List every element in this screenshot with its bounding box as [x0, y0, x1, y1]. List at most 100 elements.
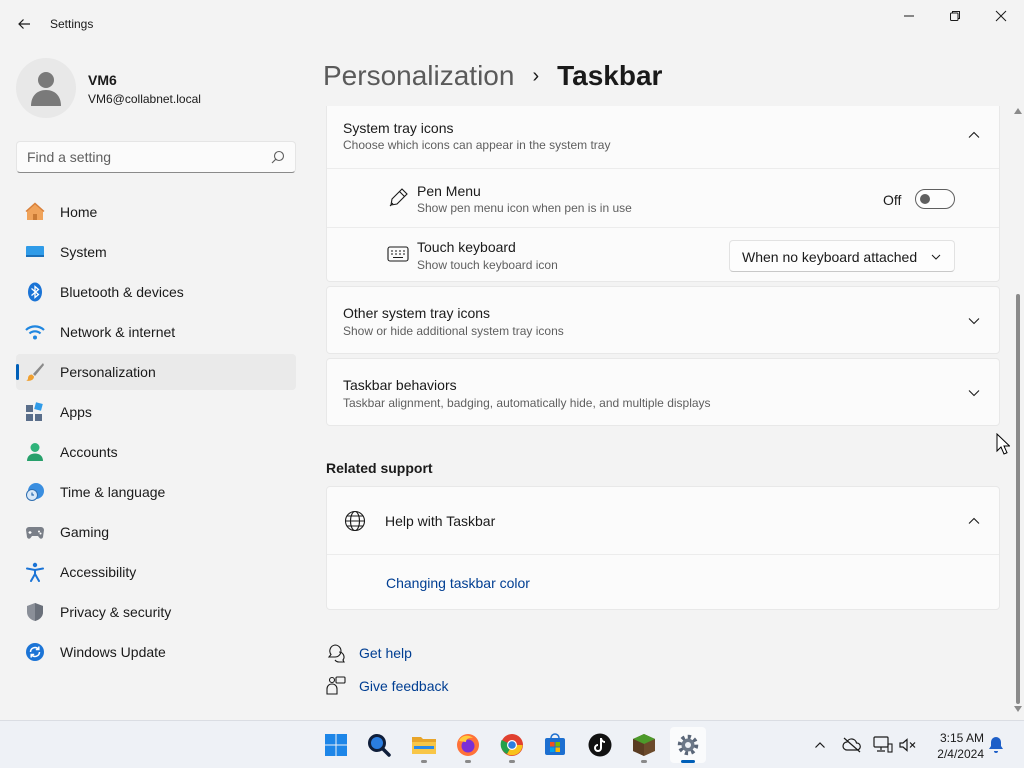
system-tray-icons-header[interactable]: System tray icons Choose which icons can…: [327, 106, 999, 168]
sidebar-item-windows-update[interactable]: Windows Update: [16, 634, 296, 670]
chevron-down-icon[interactable]: [967, 386, 981, 400]
running-indicator: [465, 760, 471, 763]
taskbar-behaviors-card[interactable]: Taskbar behaviors Taskbar alignment, bad…: [326, 358, 1000, 426]
related-support-heading: Related support: [326, 460, 433, 476]
sidebar-item-label: Gaming: [60, 524, 110, 540]
chevron-up-icon[interactable]: [967, 514, 981, 528]
scrollbar-thumb[interactable]: [1016, 294, 1020, 704]
back-button[interactable]: [8, 8, 40, 40]
taskbar-microsoft-store[interactable]: [537, 727, 573, 763]
scroll-down-arrow-icon[interactable]: [1014, 706, 1022, 712]
keyboard-icon: [387, 246, 409, 262]
taskbar-file-explorer[interactable]: [406, 727, 442, 763]
taskbar-firefox[interactable]: [450, 727, 486, 763]
other-system-tray-icons-card[interactable]: Other system tray icons Show or hide add…: [326, 286, 1000, 354]
system-clock[interactable]: 3:15 AM 2/4/2024: [928, 730, 984, 762]
touch-keyboard-row: Touch keyboard Show touch keyboard icon …: [327, 228, 999, 282]
sidebar-item-gaming[interactable]: Gaming: [16, 514, 296, 550]
tiktok-icon: [588, 733, 612, 757]
divider: [327, 554, 999, 555]
sidebar-item-label: Time & language: [60, 484, 166, 500]
search-box[interactable]: [16, 141, 296, 173]
sidebar-item-privacy-security[interactable]: Privacy & security: [16, 594, 296, 630]
help-with-taskbar-header[interactable]: Help with Taskbar: [327, 487, 999, 554]
taskbar-start-button[interactable]: [318, 727, 354, 763]
onedrive-tray-button[interactable]: [842, 735, 862, 755]
help-with-taskbar-card: Help with Taskbar Changing taskbar color: [326, 486, 1000, 610]
system-tray-icons-description: Choose which icons can appear in the sys…: [343, 138, 611, 152]
touch-keyboard-description: Show touch keyboard icon: [417, 258, 558, 272]
sidebar-item-label: Personalization: [60, 364, 156, 380]
page-title: Taskbar: [557, 60, 663, 91]
show-hidden-icons-button[interactable]: [810, 735, 830, 755]
minimize-button[interactable]: [886, 0, 932, 32]
sidebar-item-network[interactable]: Network & internet: [16, 314, 296, 350]
help-chat-icon: [327, 644, 345, 663]
changing-taskbar-color-link[interactable]: Changing taskbar color: [386, 575, 530, 591]
restore-button[interactable]: [932, 0, 978, 32]
sidebar-nav: Home System Bluetooth & devices Network …: [16, 194, 296, 674]
sidebar-item-label: Apps: [60, 404, 92, 420]
sidebar-item-time-language[interactable]: Time & language: [16, 474, 296, 510]
sidebar-item-home[interactable]: Home: [16, 194, 296, 230]
sidebar-item-accounts[interactable]: Accounts: [16, 434, 296, 470]
taskbar-minecraft[interactable]: [626, 727, 662, 763]
clock-time: 3:15 AM: [939, 731, 984, 745]
sidebar-item-personalization[interactable]: Personalization: [16, 354, 296, 390]
sidebar-item-label: Privacy & security: [60, 604, 172, 620]
taskbar-settings[interactable]: [670, 727, 706, 763]
home-icon: [25, 202, 45, 220]
sidebar-item-label: Accounts: [60, 444, 118, 460]
pen-menu-description: Show pen menu icon when pen is in use: [417, 201, 632, 215]
chevron-up-icon[interactable]: [967, 128, 981, 142]
network-tray-button[interactable]: [873, 735, 893, 755]
user-profile[interactable]: VM6 VM6@collabnet.local: [16, 58, 296, 118]
user-silhouette-icon: [31, 72, 61, 106]
taskbar-behaviors-description: Taskbar alignment, badging, automaticall…: [343, 396, 711, 410]
feedback-icon: [326, 676, 346, 695]
title-bar: Settings: [0, 0, 1024, 48]
pen-menu-title: Pen Menu: [417, 183, 481, 199]
sidebar-item-bluetooth[interactable]: Bluetooth & devices: [16, 274, 296, 310]
file-explorer-icon: [412, 737, 436, 754]
search-icon: [368, 734, 391, 757]
search-icon[interactable]: [271, 150, 285, 164]
scroll-up-arrow-icon[interactable]: [1014, 108, 1022, 114]
active-indicator: [681, 760, 695, 763]
profile-email: VM6@collabnet.local: [88, 92, 201, 106]
get-help-link[interactable]: Get help: [359, 645, 412, 661]
system-icon: [26, 246, 44, 257]
pen-icon: [389, 188, 408, 207]
notifications-button[interactable]: [986, 735, 1006, 755]
taskbar-behaviors-title: Taskbar behaviors: [343, 377, 457, 393]
minecraft-icon: [633, 734, 655, 756]
give-feedback-row: Give feedback: [326, 674, 449, 698]
taskbar-search-button[interactable]: [361, 727, 397, 763]
taskbar-chrome[interactable]: [494, 727, 530, 763]
give-feedback-link[interactable]: Give feedback: [359, 678, 449, 694]
touch-keyboard-dropdown[interactable]: When no keyboard attached: [729, 240, 955, 272]
sidebar-item-apps[interactable]: Apps: [16, 394, 296, 430]
network-wired-icon: [873, 736, 893, 753]
sidebar-item-accessibility[interactable]: Accessibility: [16, 554, 296, 590]
sidebar-item-label: Accessibility: [60, 564, 137, 580]
pen-menu-toggle[interactable]: [915, 189, 955, 209]
chevron-down-icon[interactable]: [967, 314, 981, 328]
breadcrumb-parent[interactable]: Personalization: [323, 60, 514, 92]
pen-menu-row: Pen Menu Show pen menu icon when pen is …: [327, 169, 999, 227]
taskbar-tiktok[interactable]: [582, 727, 618, 763]
pen-menu-state-label: Off: [883, 192, 902, 208]
cloud-offline-icon: [842, 737, 861, 753]
minimize-icon: [904, 15, 914, 17]
close-button[interactable]: [978, 0, 1024, 32]
search-input[interactable]: [27, 149, 257, 165]
clock-globe-icon: [26, 483, 44, 501]
scrollbar[interactable]: [1013, 106, 1023, 718]
bell-icon: [989, 737, 1003, 753]
volume-tray-button[interactable]: [898, 735, 918, 755]
store-icon: [545, 733, 565, 755]
wifi-icon: [25, 325, 45, 340]
back-arrow-icon: [18, 19, 30, 29]
accounts-icon: [27, 443, 43, 461]
sidebar-item-system[interactable]: System: [16, 234, 296, 270]
